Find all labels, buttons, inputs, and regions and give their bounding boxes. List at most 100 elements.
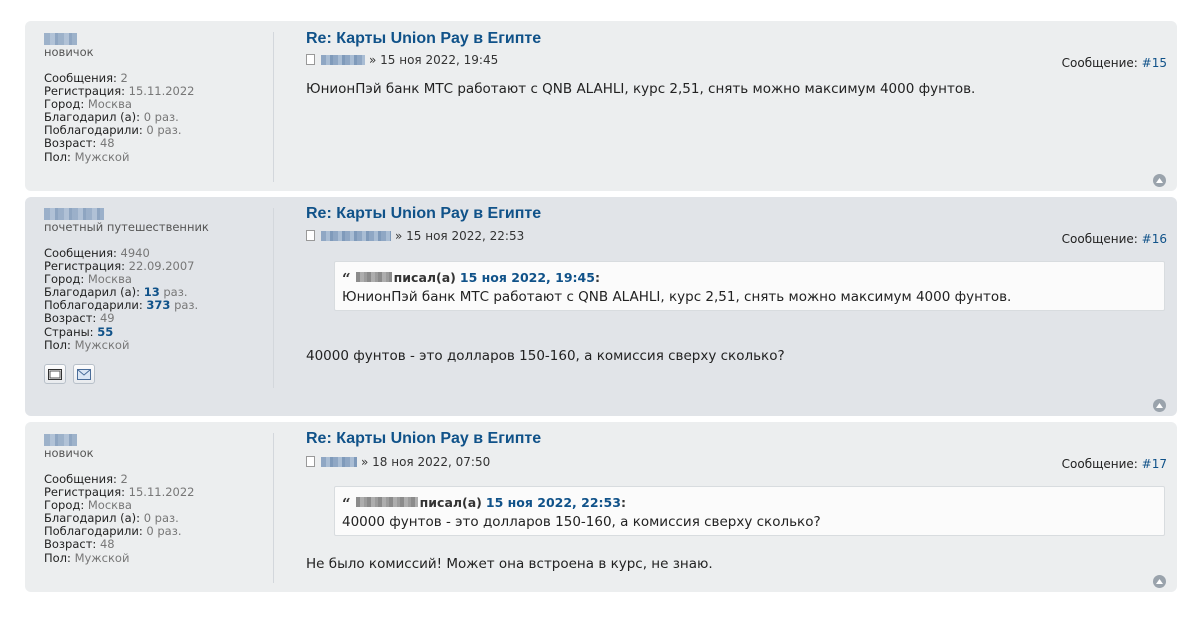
quote-text: ЮнионПэй банк МТС работают с QNB ALAHLI,…	[342, 289, 1012, 305]
stat-label: Страны:	[44, 324, 94, 339]
quote-block: “ писал(а) 15 ноя 2022, 19:45: ЮнионПэй …	[334, 261, 1165, 311]
stat-age: 49	[99, 311, 115, 326]
stat-messages: 2	[120, 71, 128, 85]
post-body: Не было комиссий! Может она встроена в к…	[306, 556, 713, 572]
post-title[interactable]: Re: Карты Union Pay в Египте	[306, 30, 541, 48]
stat-messages: 4940	[120, 246, 150, 260]
quote-text: 40000 фунтов - это долларов 150-160, а к…	[342, 514, 821, 530]
stat-label: Город:	[44, 97, 85, 112]
message-number-label: Сообщение:	[1061, 232, 1138, 246]
stat-thanked: 0 раз.	[143, 511, 179, 526]
stat-countries-link[interactable]: 55	[97, 325, 113, 339]
stat-label: Благодарил (а):	[44, 511, 141, 526]
author-redacted[interactable]	[321, 55, 365, 65]
quote-wrote: писал(а)	[419, 494, 482, 510]
message-number-link[interactable]: #16	[1142, 232, 1167, 246]
stat-sex: Мужской	[74, 337, 130, 352]
stat-city: Москва	[87, 272, 132, 287]
stat-label: Пол:	[44, 149, 71, 164]
message-number: Сообщение: #16	[1062, 232, 1167, 246]
quote-author-redacted	[355, 497, 418, 507]
post-15: новичок Сообщения: 2 Регистрация: 15.11.…	[25, 21, 1177, 191]
stat-label: Поблагодарили:	[44, 524, 143, 539]
stat-label: Сообщения:	[44, 246, 117, 260]
stat-label: Регистрация:	[44, 485, 125, 500]
stat-messages: 2	[120, 472, 128, 486]
post-16: почетный путешественник Сообщения: 4940 …	[25, 197, 1177, 416]
quote-mark-icon: “	[342, 495, 351, 513]
website-button[interactable]	[44, 364, 66, 384]
quote-date-link[interactable]: 15 ноя 2022, 19:45	[460, 270, 595, 285]
post-document-icon[interactable]	[306, 53, 315, 65]
stat-label: Пол:	[44, 337, 71, 352]
post-datetime: » 15 ноя 2022, 19:45	[369, 53, 499, 67]
user-rank: новичок	[44, 446, 94, 460]
post-author-line: » 18 ноя 2022, 07:50	[306, 455, 490, 469]
back-to-top-icon[interactable]	[1153, 399, 1166, 412]
post-body: 40000 фунтов - это долларов 150-160, а к…	[306, 348, 785, 364]
stat-label: Регистрация:	[44, 84, 125, 99]
email-icon	[77, 368, 91, 380]
post-document-icon[interactable]	[306, 455, 315, 467]
quote-colon: :	[594, 269, 600, 285]
message-number-link[interactable]: #17	[1142, 457, 1167, 471]
quote-date-link[interactable]: 15 ноя 2022, 22:53	[486, 495, 621, 510]
contact-buttons	[44, 364, 95, 384]
stat-sex: Мужской	[74, 550, 130, 565]
user-rank: почетный путешественник	[44, 220, 209, 234]
back-to-top-icon[interactable]	[1153, 575, 1166, 588]
stat-thanks-received-link[interactable]: 373	[146, 298, 170, 312]
stat-thanks-received: 0 раз.	[146, 524, 182, 539]
stat-label: Сообщения:	[44, 472, 117, 486]
stat-suffix: раз.	[174, 298, 199, 313]
stat-sex: Мужской	[74, 149, 130, 164]
username-redacted[interactable]	[44, 434, 77, 446]
stat-registered: 15.11.2022	[128, 84, 195, 99]
stat-label: Поблагодарили:	[44, 298, 143, 313]
stat-label: Возраст:	[44, 537, 97, 552]
email-button[interactable]	[73, 364, 95, 384]
quote-header: “ писал(а) 15 ноя 2022, 22:53:	[342, 493, 1158, 514]
stat-registered: 15.11.2022	[128, 485, 195, 500]
stat-age: 48	[99, 537, 115, 552]
user-stats: Сообщения: 2 Регистрация: 15.11.2022 Гор…	[44, 472, 195, 565]
post-datetime: » 18 ноя 2022, 07:50	[361, 455, 491, 469]
post-title[interactable]: Re: Карты Union Pay в Египте	[306, 430, 541, 448]
profile-divider	[273, 32, 274, 182]
author-redacted[interactable]	[321, 231, 391, 241]
quote-header: “ писал(а) 15 ноя 2022, 19:45:	[342, 268, 1158, 289]
back-to-top-icon[interactable]	[1153, 174, 1166, 187]
stat-city: Москва	[87, 498, 132, 513]
username-redacted[interactable]	[44, 33, 77, 45]
post-17: новичок Сообщения: 2 Регистрация: 15.11.…	[25, 422, 1177, 592]
stat-age: 48	[99, 136, 115, 151]
message-number-label: Сообщение:	[1061, 457, 1138, 471]
user-stats: Сообщения: 2 Регистрация: 15.11.2022 Гор…	[44, 71, 195, 164]
quote-mark-icon: “	[342, 270, 351, 288]
author-redacted[interactable]	[321, 457, 357, 467]
username-redacted[interactable]	[44, 208, 104, 220]
message-number: Сообщение: #17	[1062, 457, 1167, 471]
stat-label: Поблагодарили:	[44, 123, 143, 138]
post-author-line: » 15 ноя 2022, 22:53	[306, 229, 524, 243]
stat-label: Возраст:	[44, 311, 97, 326]
quote-author-redacted	[355, 272, 392, 282]
stat-thanked: 0 раз.	[143, 110, 179, 125]
stat-thanks-received: 0 раз.	[146, 123, 182, 138]
stat-label: Регистрация:	[44, 259, 125, 274]
profile-divider	[273, 208, 274, 388]
stat-label: Сообщения:	[44, 71, 117, 85]
quote-colon: :	[620, 494, 626, 510]
stat-registered: 22.09.2007	[128, 259, 195, 274]
profile-divider	[273, 433, 274, 583]
stat-label: Город:	[44, 498, 85, 513]
user-rank: новичок	[44, 45, 94, 59]
stat-thanked-link[interactable]: 13	[144, 285, 160, 299]
message-number: Сообщение: #15	[1062, 56, 1167, 70]
message-number-link[interactable]: #15	[1142, 56, 1167, 70]
post-document-icon[interactable]	[306, 229, 315, 241]
stat-label: Благодарил (а):	[44, 285, 141, 300]
post-title[interactable]: Re: Карты Union Pay в Египте	[306, 205, 541, 223]
post-body: ЮнионПэй банк МТС работают с QNB ALAHLI,…	[306, 81, 976, 97]
post-author-line: » 15 ноя 2022, 19:45	[306, 53, 498, 67]
